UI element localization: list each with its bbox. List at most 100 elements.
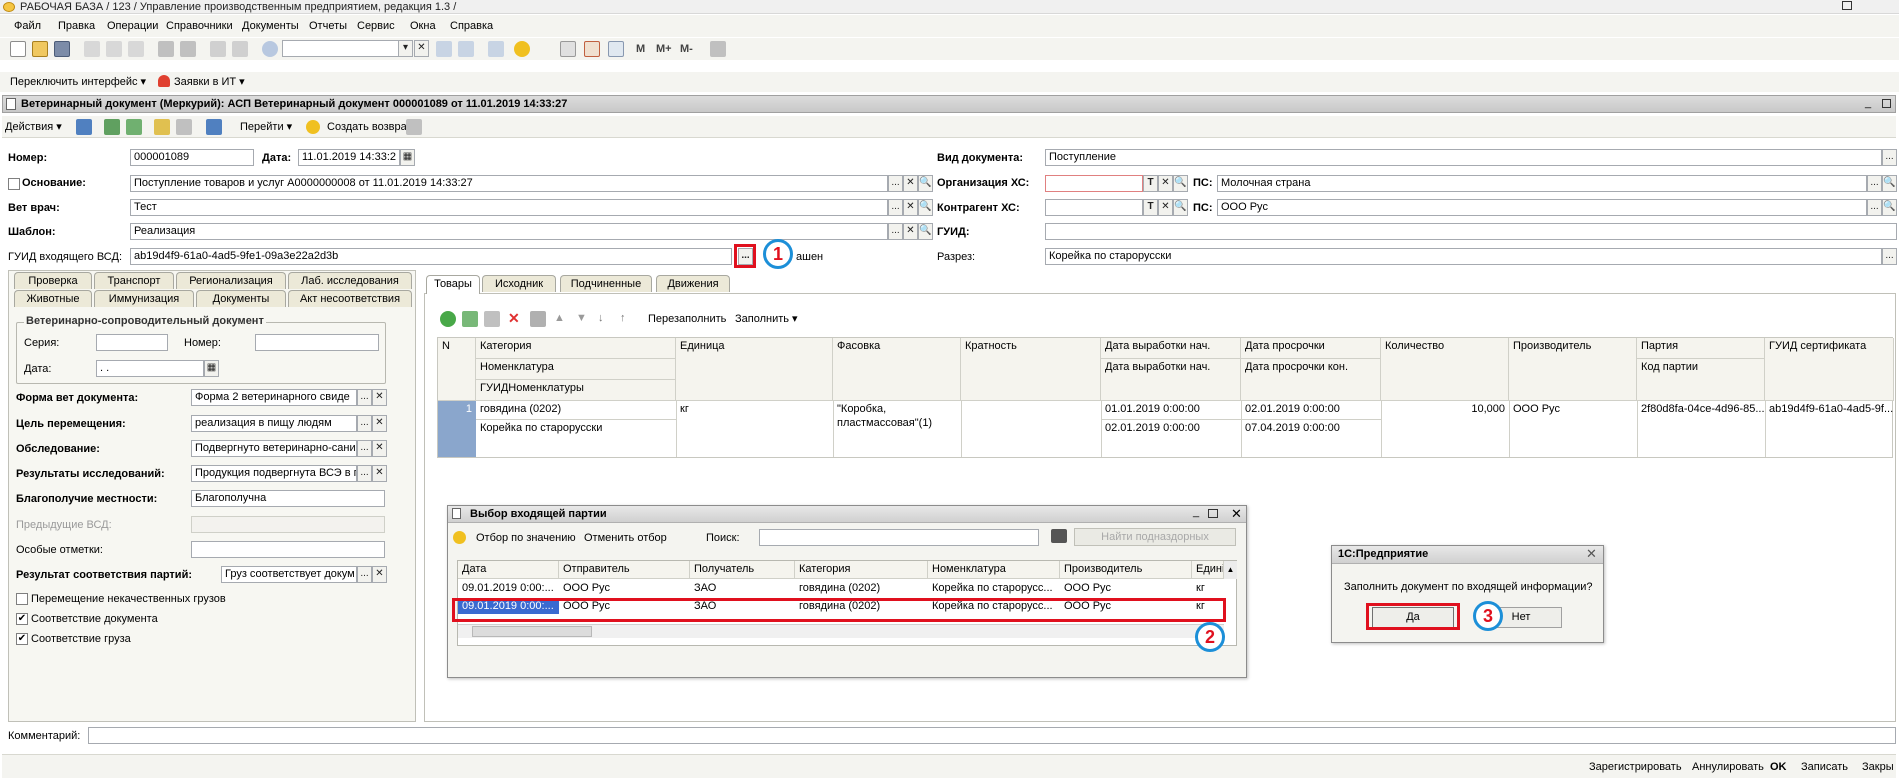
batch-scroll-thumb[interactable]	[472, 626, 592, 637]
toolbar-search-input[interactable]	[282, 40, 412, 57]
edit-row-icon[interactable]	[484, 311, 500, 327]
vet-form-select-button[interactable]: ...	[357, 389, 372, 406]
batch-horizontal-scrollbar[interactable]	[458, 624, 1224, 638]
col-unit[interactable]: Единица	[676, 338, 833, 401]
it-requests-button[interactable]: Заявки в ИТ ▾	[174, 75, 245, 89]
sort-desc-icon[interactable]: ↑	[620, 311, 626, 325]
memory-m-plus-button[interactable]: M+	[656, 42, 672, 56]
tab-transport[interactable]: Транспорт	[94, 272, 174, 289]
save-icon[interactable]	[54, 41, 70, 57]
counterparty-hs-type-button[interactable]: T	[1143, 199, 1158, 216]
ok-button[interactable]: OK	[1770, 760, 1787, 774]
cancel-filter-button[interactable]: Отменить отбор	[584, 531, 667, 545]
tools-icon[interactable]	[710, 41, 726, 57]
inspection-field[interactable]: Подвергнуто ветеринарно-сани	[191, 440, 357, 457]
batch-col-category[interactable]: Категория	[795, 561, 928, 579]
tab-regionalization[interactable]: Регионализация	[176, 272, 286, 289]
table-row[interactable]: 1 говядина (0202) Корейка по старорусски…	[438, 401, 1894, 457]
counterparty-hs-clear-button[interactable]: ✕	[1158, 199, 1173, 216]
vet-open-button[interactable]: 🔍	[918, 199, 933, 216]
template-clear-button[interactable]: ✕	[903, 223, 918, 240]
doc-conformity-checkbox[interactable]: ✔	[16, 613, 28, 625]
incoming-guid-field[interactable]: ab19d4f9-61a0-4ad5-9fe1-09a3e22a2d3b	[130, 248, 732, 265]
find-prev-icon[interactable]	[458, 41, 474, 57]
doc-kind-select-button[interactable]: ...	[1882, 149, 1897, 166]
batch-col-unit[interactable]: Едині	[1192, 561, 1224, 579]
grid-icon[interactable]	[608, 41, 624, 57]
col-multiplicity[interactable]: Кратность	[961, 338, 1101, 401]
menu-file[interactable]: Файл	[14, 19, 41, 33]
research-results-field[interactable]: Продукция подвергнута ВСЭ в г	[191, 465, 357, 482]
vet-clear-button[interactable]: ✕	[903, 199, 918, 216]
vet-field[interactable]: Тест	[130, 199, 888, 216]
date-calendar-icon[interactable]: ▦	[400, 149, 415, 166]
vet-doc-date-calendar-icon[interactable]: ▦	[204, 360, 219, 377]
basis-field[interactable]: Поступление товаров и услуг А0000000008 …	[130, 175, 888, 192]
guid-field[interactable]	[1045, 223, 1897, 240]
col-batch-code[interactable]: Код партии	[1637, 359, 1765, 401]
print-icon[interactable]	[158, 41, 174, 57]
counterparty-ps-field[interactable]: ООО Рус	[1217, 199, 1867, 216]
doc-minimize-icon[interactable]: _	[1865, 96, 1871, 110]
col-prod-date-start-2[interactable]: Дата выработки нач.	[1101, 359, 1241, 401]
delete-doc-icon[interactable]	[176, 119, 192, 135]
cut-field[interactable]: Корейка по старорусски	[1045, 248, 1882, 265]
col-producer[interactable]: Производитель	[1509, 338, 1637, 401]
toolbar-search-dropdown[interactable]: ▾	[398, 40, 413, 57]
end-edit-icon[interactable]	[530, 311, 546, 327]
counterparty-ps-open-button[interactable]: 🔍	[1882, 199, 1897, 216]
basis-clear-button[interactable]: ✕	[903, 175, 918, 192]
fill-menu[interactable]: Заполнить ▾	[735, 312, 798, 326]
col-nomenclature[interactable]: Номенклатура	[476, 359, 676, 380]
close-button[interactable]: Закры	[1862, 760, 1894, 774]
org-hs-field[interactable]	[1045, 175, 1143, 192]
col-packaging[interactable]: Фасовка	[833, 338, 961, 401]
template-select-button[interactable]: ...	[888, 223, 903, 240]
redo-icon[interactable]	[232, 41, 248, 57]
org-hs-clear-button[interactable]: ✕	[1158, 175, 1173, 192]
menu-edit[interactable]: Правка	[58, 19, 95, 33]
basis-open-button[interactable]: 🔍	[918, 175, 933, 192]
org-ps-select-button[interactable]: ...	[1867, 175, 1882, 192]
purpose-field[interactable]: реализация в пищу людям	[191, 415, 357, 432]
refill-button[interactable]: Перезаполнить	[648, 312, 726, 326]
template-field[interactable]: Реализация	[130, 223, 888, 240]
move-down-icon[interactable]: ▼	[576, 311, 587, 325]
doc-restore-icon[interactable]	[1882, 99, 1891, 108]
batch-close-icon[interactable]: ✕	[1231, 507, 1242, 521]
tab-subordinate[interactable]: Подчиненные	[560, 275, 652, 292]
col-prod-date-start[interactable]: Дата выработки нач.	[1101, 338, 1241, 359]
register-button[interactable]: Зарегистрировать	[1589, 760, 1682, 774]
series-field[interactable]	[96, 334, 168, 351]
batch-maximize-icon[interactable]	[1208, 509, 1218, 518]
org-hs-type-button[interactable]: T	[1143, 175, 1158, 192]
undo-icon[interactable]	[210, 41, 226, 57]
copy-row-icon[interactable]	[462, 311, 478, 327]
menu-service[interactable]: Сервис	[357, 19, 395, 33]
tab-source[interactable]: Исходник	[482, 275, 556, 292]
annul-button[interactable]: Аннулировать	[1692, 760, 1764, 774]
menu-help[interactable]: Справка	[450, 19, 493, 33]
calendar-icon[interactable]	[584, 41, 600, 57]
batch-result-select-button[interactable]: ...	[357, 566, 372, 583]
toolbar-search-clear[interactable]: ✕	[414, 40, 429, 57]
col-expiry-end[interactable]: Дата просрочки кон.	[1241, 359, 1381, 401]
batch-result-clear-button[interactable]: ✕	[372, 566, 387, 583]
menu-reports[interactable]: Отчеты	[309, 19, 347, 33]
number-small-field[interactable]	[255, 334, 379, 351]
research-results-clear-button[interactable]: ✕	[372, 465, 387, 482]
tab-documents[interactable]: Документы	[196, 290, 286, 307]
binoculars-icon[interactable]	[1051, 529, 1067, 543]
delete-row-icon[interactable]: ✕	[508, 311, 520, 325]
cargo-conformity-checkbox[interactable]: ✔	[16, 633, 28, 645]
col-nomenclature-guid[interactable]: ГУИДНоменклатуры	[476, 380, 676, 401]
memory-m-minus-button[interactable]: M-	[680, 42, 693, 56]
copy-icon[interactable]	[106, 41, 122, 57]
org-ps-open-button[interactable]: 🔍	[1882, 175, 1897, 192]
find-next-icon[interactable]	[436, 41, 452, 57]
menu-operations[interactable]: Операции	[107, 19, 158, 33]
batch-col-nomenclature[interactable]: Номенклатура	[928, 561, 1060, 579]
basis-select-button[interactable]: ...	[888, 175, 903, 192]
batch-result-field[interactable]: Груз соответствует докум	[221, 566, 357, 583]
tab-immunization[interactable]: Иммунизация	[94, 290, 194, 307]
